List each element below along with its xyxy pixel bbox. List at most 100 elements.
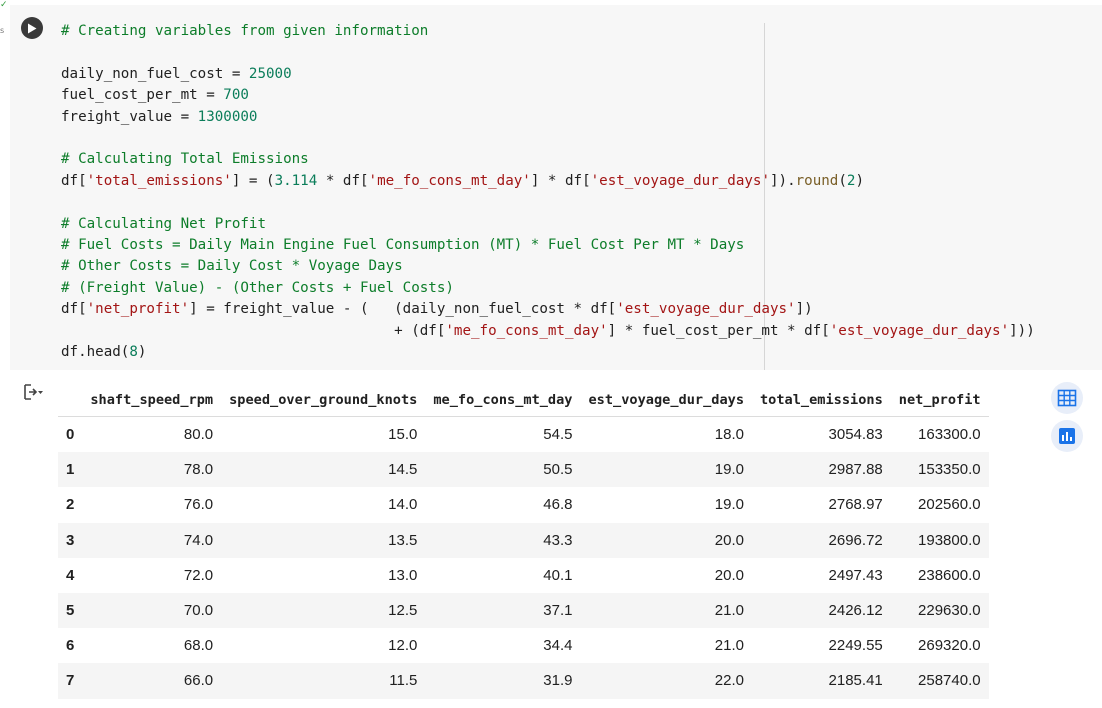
code-token: df[ <box>61 301 87 318</box>
table-cell: 70.0 <box>82 592 222 629</box>
code-line: freight_value = 1300000 <box>61 109 257 125</box>
code-token: ) <box>137 344 147 361</box>
code-token: ] * fuel_cost_per_mt * df[ <box>607 322 830 339</box>
table-cell: 14.5 <box>221 452 426 488</box>
code-editor[interactable]: # Creating variables from given informat… <box>10 5 1102 375</box>
code-token: 25000 <box>248 65 292 82</box>
code-token: 'net_profit' <box>86 301 190 318</box>
table-row: 7 66.0 11.5 31.9 22.0 2185.41 258740.0 <box>58 663 989 699</box>
table-cell: 11.5 <box>221 663 426 699</box>
code-token: ]) <box>795 301 813 318</box>
code-token: # Calculating Net Profit <box>61 215 266 232</box>
table-cell: 22.0 <box>580 663 752 699</box>
code-token: # (Freight Value) - (Other Costs + Fuel … <box>61 279 454 296</box>
column-header: est_voyage_dur_days <box>580 384 752 417</box>
table-cell: 50.5 <box>425 452 581 488</box>
code-token: round <box>795 172 839 189</box>
table-cell: 2426.12 <box>752 592 891 629</box>
convert-to-interactive-table-button[interactable] <box>1051 382 1083 414</box>
output-toggle-icon <box>24 384 43 400</box>
code-line: # Fuel Costs = Daily Main Engine Fuel Co… <box>61 237 744 253</box>
code-token: fuel_cost_per_mt = <box>61 87 224 104</box>
output-toggle-button[interactable] <box>22 382 44 402</box>
row-index: 4 <box>66 566 75 584</box>
code-line: # Other Costs = Daily Cost * Voyage Days <box>61 258 403 274</box>
code-token: ] = ( <box>231 172 275 189</box>
code-token: ] = freight_value - ( (daily_non_fuel_co… <box>189 301 617 318</box>
code-token: df.head( <box>61 344 130 361</box>
code-token: 'me_fo_cons_mt_day' <box>445 322 608 339</box>
table-cell: 258740.0 <box>890 663 989 699</box>
run-cell-button[interactable] <box>21 17 43 39</box>
code-token: ( <box>838 172 847 189</box>
code-line: # Calculating Total Emissions <box>61 151 309 167</box>
code-token: * df[ <box>317 172 369 189</box>
row-index: 7 <box>58 663 83 699</box>
code-token: 3.114 <box>274 172 318 189</box>
table-cell: 19.0 <box>714 496 744 514</box>
table-cell: 19.0 <box>580 452 752 488</box>
bar-chart-icon <box>1059 428 1075 444</box>
table-row: 1 78.0 14.5 50.5 19.0 2987.88 153350.0 <box>58 452 989 488</box>
execution-status-icon: ✓ <box>0 0 8 10</box>
table-row: 5 70.0 12.5 37.1 21.0 2426.12 229630.0 <box>58 592 989 629</box>
execution-time: s <box>0 26 5 35</box>
code-line: # Calculating Net Profit <box>61 216 266 232</box>
code-token: # Other Costs = Daily Cost * Voyage Days <box>61 258 403 275</box>
code-line: + (df['me_fo_cons_mt_day'] * fuel_cost_p… <box>61 323 1035 339</box>
table-cell: 72.0 <box>183 566 214 584</box>
table-header-row: shaft_speed_rpm speed_over_ground_knots me… <box>58 384 989 417</box>
code-token: freight_value = <box>61 108 198 125</box>
play-icon <box>28 23 37 33</box>
code-line: # Creating variables from given informat… <box>61 23 428 39</box>
table-cell: 202560.0 <box>918 496 981 514</box>
row-index: 5 <box>58 592 83 629</box>
table-cell: 21.0 <box>714 637 744 655</box>
column-header: shaft_speed_rpm <box>82 384 222 417</box>
code-line: df.head(8) <box>61 344 146 360</box>
table-cell: 20.0 <box>714 566 744 584</box>
row-index: 3 <box>58 522 83 558</box>
table-row: 0 80.0 15.0 54.5 18.0 3054.83 163300.0 <box>58 417 989 453</box>
code-token: 'total_emissions' <box>86 172 232 189</box>
suggest-charts-button[interactable] <box>1051 420 1083 452</box>
table-cell: 14.0 <box>388 496 418 514</box>
table-cell: 2696.72 <box>752 522 891 558</box>
code-token: 700 <box>223 87 249 104</box>
table-cell: 269320.0 <box>918 637 981 655</box>
column-header: total_emissions <box>752 384 891 417</box>
code-token: 8 <box>129 344 138 361</box>
code-token: 1300000 <box>197 108 258 125</box>
table-cell: 2987.88 <box>752 452 891 488</box>
code-line: df['net_profit'] = freight_value - ( (da… <box>61 301 813 317</box>
column-header: speed_over_ground_knots <box>221 384 426 417</box>
table-cell: 80.0 <box>183 426 214 444</box>
code-token: + (df[ <box>61 322 446 339</box>
cell-gutter: ✓ s <box>0 0 10 370</box>
table-cell: 13.0 <box>388 566 418 584</box>
code-line: # (Freight Value) - (Other Costs + Fuel … <box>61 280 454 296</box>
code-token: ]). <box>770 172 796 189</box>
table-cell: 37.1 <box>425 592 581 629</box>
table-row: 6 68.0 12.0 34.4 21.0 2249.55 269320.0 <box>58 628 989 663</box>
code-line: daily_non_fuel_cost = 25000 <box>61 66 292 82</box>
table-row: 2 76.0 14.0 46.8 19.0 2768.97 202560.0 <box>58 487 989 522</box>
column-header: me_fo_cons_mt_day <box>425 384 581 417</box>
code-line: fuel_cost_per_mt = 700 <box>61 87 249 103</box>
table-cell: 229630.0 <box>890 592 989 629</box>
row-index: 6 <box>66 637 75 655</box>
code-token: ] * df[ <box>530 172 591 189</box>
table-cell: 12.5 <box>221 592 426 629</box>
table-cell: 76.0 <box>183 496 214 514</box>
code-token: # Creating variables from given informat… <box>61 23 429 39</box>
code-token: # Fuel Costs = Daily Main Engine Fuel Co… <box>61 237 745 254</box>
code-token: ) <box>855 172 864 189</box>
table-cell: 74.0 <box>82 522 222 558</box>
code-cell: ✓ s # Creating variables from given info… <box>0 0 1102 375</box>
code-text[interactable]: # Creating variables from given informat… <box>61 21 1035 364</box>
table-cell: 78.0 <box>82 452 222 488</box>
table-cell: 34.4 <box>543 637 573 655</box>
index-header <box>58 384 83 417</box>
table-cell: 43.3 <box>425 522 581 558</box>
table-cell: 2768.97 <box>828 496 883 514</box>
